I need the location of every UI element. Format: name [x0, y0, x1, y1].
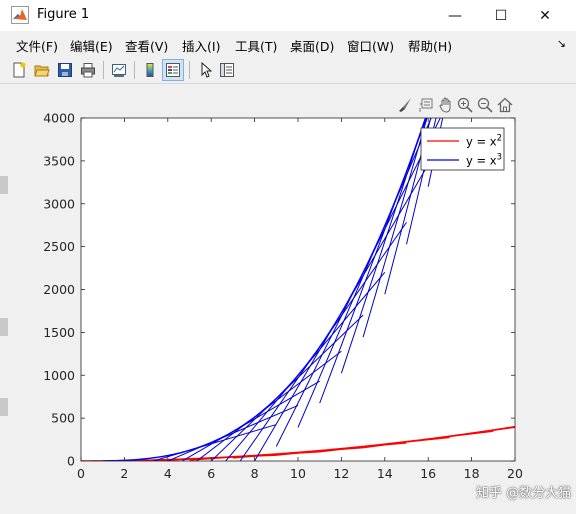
- zoom-out-icon: [477, 97, 493, 113]
- x-tick-label: 8: [251, 466, 259, 481]
- home-icon: [497, 97, 513, 113]
- y-tick-label: 1500: [43, 325, 75, 340]
- zoom-in-button[interactable]: [456, 96, 474, 114]
- x-tick-label: 6: [207, 466, 215, 481]
- y-tick-label: 3000: [43, 196, 75, 211]
- y-tick-label: 3500: [43, 153, 75, 168]
- y-tick-label: 1000: [43, 368, 75, 383]
- x-tick-label: 10: [290, 466, 306, 481]
- y-tick-label: 4000: [43, 111, 75, 126]
- y-tick-label: 2500: [43, 239, 75, 254]
- y-tick-label: 0: [67, 454, 75, 469]
- pan-button[interactable]: [437, 96, 455, 114]
- plot-chart: 0 2 4 6 8 10 12 14 16 18 20 0 500 1000 1500 2000 2500 300…: [43, 111, 523, 482]
- data-tips-icon: [419, 98, 433, 112]
- x-tick-label: 0: [77, 466, 85, 481]
- zoom-in-icon: [457, 97, 473, 113]
- x-tick-label: 14: [377, 466, 393, 481]
- brush-icon: [399, 98, 411, 112]
- watermark-text: 知乎 @数分大猫: [476, 486, 572, 501]
- brush-button[interactable]: [396, 96, 414, 114]
- y-tick-label: 2000: [43, 282, 75, 297]
- zoom-out-button[interactable]: [476, 96, 494, 114]
- home-button[interactable]: [496, 96, 514, 114]
- x-tick-label: 12: [333, 466, 349, 481]
- data-tips-button[interactable]: [417, 96, 435, 114]
- x-tick-label: 16: [420, 466, 436, 481]
- pan-icon: [439, 97, 451, 113]
- figure-window: Figure 1 — ☐ ✕ 文件(F) 编辑(E) 查看(V) 插入(I) 工…: [0, 0, 576, 514]
- x-tick-label: 4: [164, 466, 172, 481]
- x-tick-label: 20: [507, 466, 523, 481]
- x-tick-label: 18: [464, 466, 480, 481]
- y-tick-label: 500: [51, 411, 75, 426]
- x-tick-label: 2: [120, 466, 128, 481]
